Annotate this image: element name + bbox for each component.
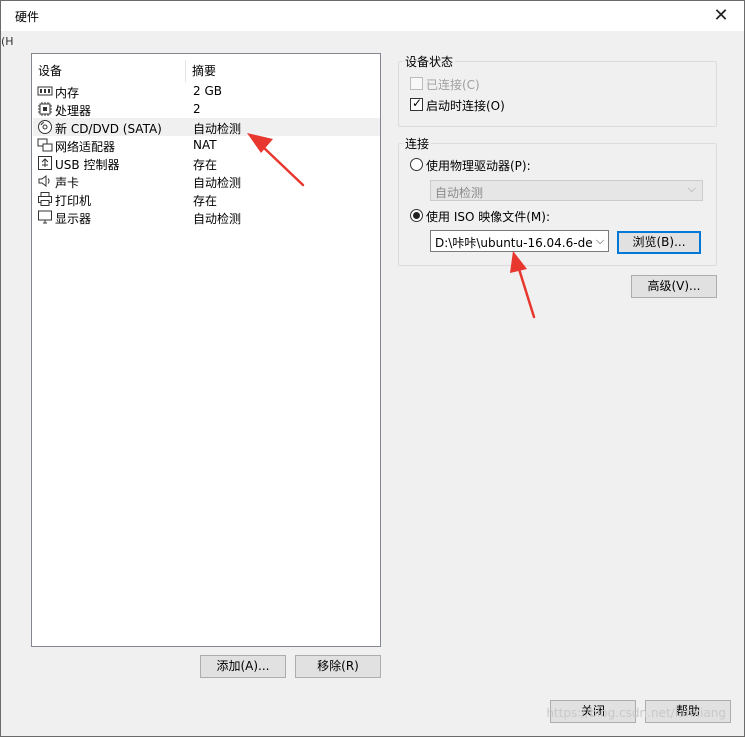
cd-dvd-icon: [38, 120, 52, 134]
iso-image-radio[interactable]: [410, 209, 423, 222]
hardware-dialog: 硬件 ✕ (H 设备 摘要 内存 2 GB 处理器 2 新 CD/DVD (SA…: [0, 0, 745, 737]
connect-at-power-on-label: 启动时连接(O): [426, 99, 505, 113]
physical-drive-radio[interactable]: [410, 158, 423, 171]
device-summary: 自动检测: [193, 122, 242, 136]
device-name: 显示器: [55, 212, 92, 226]
title-bar: 硬件 ✕: [1, 1, 744, 31]
device-row-display[interactable]: 显示器 自动检测: [33, 208, 380, 226]
device-status-title: 设备状态: [403, 53, 456, 70]
device-summary: 存在: [193, 194, 218, 208]
iso-image-path-input[interactable]: D:\咔咔\ubuntu-16.04.6-desktop ⌵: [430, 230, 609, 252]
device-list-header: 设备 摘要: [32, 60, 380, 82]
close-icon[interactable]: ✕: [710, 5, 732, 27]
device-summary: 自动检测: [193, 176, 242, 190]
printer-icon: [38, 192, 52, 206]
device-status-group: [398, 61, 717, 127]
column-header-device[interactable]: 设备: [38, 62, 62, 79]
check-mark-icon: ✓: [412, 96, 423, 110]
device-summary: 2 GB: [193, 84, 222, 98]
device-row-sound-card[interactable]: 声卡 自动检测: [33, 172, 380, 190]
display-icon: [38, 210, 52, 224]
network-adapter-icon: [37, 138, 53, 152]
chevron-down-icon: ⌵: [687, 182, 696, 195]
connect-at-power-on-checkbox[interactable]: ✓: [410, 96, 423, 111]
physical-drive-select[interactable]: 自动检测 ⌵: [430, 180, 703, 201]
device-row-cd-dvd[interactable]: 新 CD/DVD (SATA) 自动检测: [33, 118, 380, 136]
physical-drive-value: 自动检测: [435, 186, 484, 200]
connected-label: 已连接(C): [426, 78, 480, 92]
device-list[interactable]: 设备 摘要 内存 2 GB 处理器 2 新 CD/DVD (SATA) 自动检测…: [31, 53, 381, 647]
radio-dot: [413, 212, 420, 219]
sound-icon: [38, 175, 50, 187]
device-summary: 存在: [193, 158, 218, 172]
device-row-memory[interactable]: 内存 2 GB: [33, 82, 380, 100]
device-row-printer[interactable]: 打印机 存在: [33, 190, 380, 208]
device-name: 网络适配器: [55, 140, 116, 154]
device-row-network-adapter[interactable]: 网络适配器 NAT: [33, 136, 380, 154]
device-name: 声卡: [55, 176, 80, 190]
device-row-processor[interactable]: 处理器 2: [33, 100, 380, 118]
device-name: 打印机: [55, 194, 92, 208]
device-summary: 自动检测: [193, 212, 242, 226]
window-title: 硬件: [15, 10, 40, 24]
watermark-text: https://blog.csdn.net/lanxiang: [546, 706, 726, 720]
iso-image-label: 使用 ISO 映像文件(M):: [426, 210, 550, 224]
usb-icon: [38, 156, 52, 170]
chevron-down-icon[interactable]: ⌵: [592, 231, 608, 251]
device-name: 处理器: [55, 104, 92, 118]
physical-drive-label: 使用物理驱动器(P):: [426, 159, 531, 173]
connected-checkbox[interactable]: [410, 77, 423, 90]
browse-button[interactable]: 浏览(B)...: [617, 231, 701, 254]
column-header-summary[interactable]: 摘要: [192, 62, 216, 79]
remove-button[interactable]: 移除(R): [295, 655, 381, 678]
device-name: USB 控制器: [55, 158, 120, 172]
iso-image-path-value: D:\咔咔\ubuntu-16.04.6-desktop: [435, 236, 609, 250]
device-row-usb[interactable]: USB 控制器 存在: [33, 154, 380, 172]
connection-title: 连接: [403, 135, 432, 152]
device-name: 内存: [55, 86, 80, 100]
device-summary: NAT: [193, 138, 217, 152]
device-name: 新 CD/DVD (SATA): [55, 122, 162, 136]
device-summary: 2: [193, 102, 201, 116]
add-button[interactable]: 添加(A)...: [200, 655, 286, 678]
memory-icon: [37, 86, 53, 96]
advanced-button[interactable]: 高级(V)...: [631, 275, 717, 298]
processor-icon: [38, 102, 52, 116]
column-separator[interactable]: [185, 60, 186, 82]
background-window-fragment: (H: [1, 35, 14, 48]
